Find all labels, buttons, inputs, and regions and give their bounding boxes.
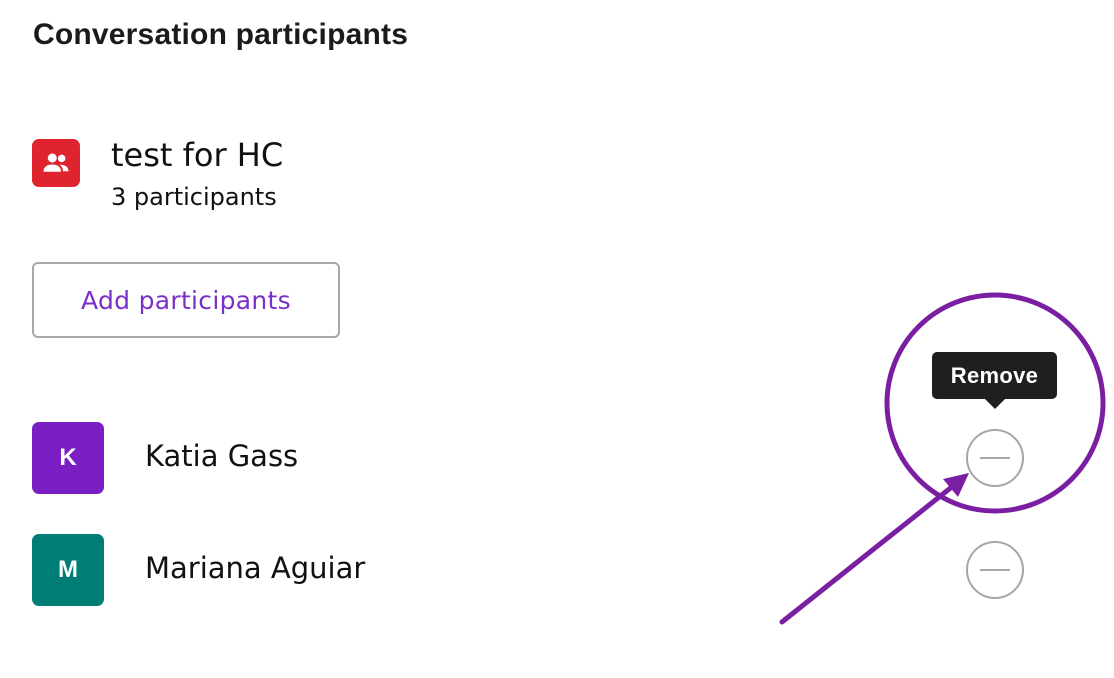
- group-name: test for HC: [111, 136, 284, 174]
- people-icon: [43, 153, 69, 172]
- page-title: Conversation participants: [33, 18, 409, 51]
- group-icon: [32, 139, 80, 187]
- remove-participant-button[interactable]: [966, 541, 1024, 599]
- avatar: K: [32, 422, 104, 494]
- add-participants-button[interactable]: Add participants: [32, 262, 340, 338]
- participant-name: Mariana Aguiar: [145, 551, 366, 585]
- tooltip-arrow: [984, 398, 1006, 409]
- minus-icon: [980, 457, 1010, 459]
- remove-tooltip: Remove: [932, 352, 1057, 399]
- minus-icon: [980, 569, 1010, 571]
- participant-row: M Mariana Aguiar: [32, 534, 1032, 606]
- participant-row: K Katia Gass: [32, 422, 1032, 494]
- remove-participant-button[interactable]: [966, 429, 1024, 487]
- avatar: M: [32, 534, 104, 606]
- participant-name: Katia Gass: [145, 439, 299, 473]
- participant-count: 3 participants: [111, 183, 277, 211]
